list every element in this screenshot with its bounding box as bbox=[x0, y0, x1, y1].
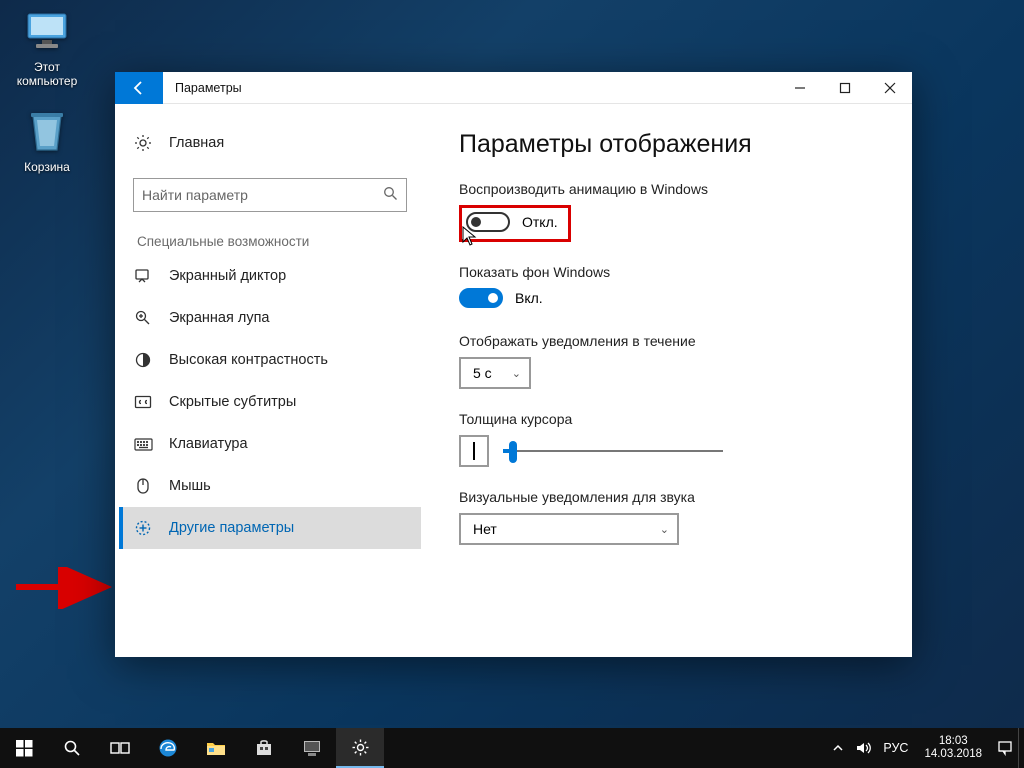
maximize-button[interactable] bbox=[822, 72, 867, 104]
keyboard-icon bbox=[133, 434, 153, 454]
desktop-icon-label: Этот компьютер bbox=[9, 60, 85, 88]
tray-date: 14.03.2018 bbox=[924, 748, 982, 761]
monitor-icon bbox=[23, 8, 71, 56]
taskbar-store[interactable] bbox=[240, 728, 288, 768]
tray-notifications-icon[interactable] bbox=[992, 740, 1018, 756]
sidebar-item-label: Другие параметры bbox=[169, 520, 294, 536]
setting-label-animations: Воспроизводить анимацию в Windows bbox=[459, 181, 882, 197]
titlebar: Параметры bbox=[115, 72, 912, 104]
toggle-animations[interactable]: Откл. bbox=[466, 212, 558, 232]
sidebar-item-magnifier[interactable]: Экранная лупа bbox=[119, 297, 421, 339]
minimize-button[interactable] bbox=[777, 72, 822, 104]
toggle-background[interactable]: Вкл. bbox=[459, 288, 543, 308]
sidebar-item-label: Экранный диктор bbox=[169, 268, 286, 284]
tray-volume-icon[interactable] bbox=[851, 741, 877, 755]
sidebar-item-label: Высокая контрастность bbox=[169, 352, 328, 368]
sidebar-item-keyboard[interactable]: Клавиатура bbox=[119, 423, 421, 465]
sidebar-item-label: Мышь bbox=[169, 478, 211, 494]
dropdown-value: 5 с bbox=[473, 365, 492, 381]
chevron-down-icon: ⌄ bbox=[660, 523, 669, 536]
task-view-button[interactable] bbox=[96, 728, 144, 768]
dropdown-visual-notifications[interactable]: Нет ⌄ bbox=[459, 513, 679, 545]
setting-label-cursor-thickness: Толщина курсора bbox=[459, 411, 882, 427]
setting-label-visual-notifications: Визуальные уведомления для звука bbox=[459, 489, 882, 505]
settings-window: Параметры Главная Найти параметр Специал… bbox=[115, 72, 912, 657]
dropdown-value: Нет bbox=[473, 521, 497, 537]
page-title: Параметры отображения bbox=[459, 130, 882, 159]
sidebar-item-mouse[interactable]: Мышь bbox=[119, 465, 421, 507]
taskbar: РУС 18:03 14.03.2018 bbox=[0, 728, 1024, 768]
slider-cursor-thickness[interactable] bbox=[503, 439, 723, 463]
start-button[interactable] bbox=[0, 728, 48, 768]
sidebar-item-label: Главная bbox=[169, 135, 224, 151]
taskbar-settings[interactable] bbox=[336, 728, 384, 768]
recycle-bin-icon bbox=[23, 108, 71, 156]
system-tray: РУС 18:03 14.03.2018 bbox=[825, 728, 1024, 768]
annotation-arrow bbox=[14, 567, 112, 609]
search-button[interactable] bbox=[48, 728, 96, 768]
taskbar-edge[interactable] bbox=[144, 728, 192, 768]
sidebar-item-other-options[interactable]: Другие параметры bbox=[119, 507, 421, 549]
desktop-icon-this-pc[interactable]: Этот компьютер bbox=[9, 8, 85, 88]
settings-sidebar: Главная Найти параметр Специальные возмо… bbox=[115, 104, 425, 657]
mouse-icon bbox=[133, 476, 153, 496]
magnifier-icon bbox=[133, 308, 153, 328]
taskbar-file-explorer[interactable] bbox=[192, 728, 240, 768]
narrator-icon bbox=[133, 266, 153, 286]
search-placeholder: Найти параметр bbox=[142, 187, 248, 203]
chevron-down-icon: ⌄ bbox=[512, 367, 521, 380]
setting-label-notification-duration: Отображать уведомления в течение bbox=[459, 333, 882, 349]
sidebar-item-narrator[interactable]: Экранный диктор bbox=[119, 255, 421, 297]
sidebar-item-label: Клавиатура bbox=[169, 436, 248, 452]
taskbar-app[interactable] bbox=[288, 728, 336, 768]
sidebar-item-label: Экранная лупа bbox=[169, 310, 269, 326]
desktop-icon-recycle-bin[interactable]: Корзина bbox=[9, 108, 85, 174]
annotation-highlight: Откл. bbox=[459, 205, 571, 242]
contrast-icon bbox=[133, 350, 153, 370]
sidebar-home[interactable]: Главная bbox=[119, 122, 421, 164]
tray-chevron-up-icon[interactable] bbox=[825, 742, 851, 754]
window-title: Параметры bbox=[175, 81, 777, 95]
search-icon bbox=[383, 186, 398, 204]
toggle-state-label: Откл. bbox=[522, 214, 558, 230]
search-input[interactable]: Найти параметр bbox=[133, 178, 407, 212]
sidebar-item-label: Скрытые субтитры bbox=[169, 394, 296, 410]
plus-circle-icon bbox=[133, 518, 153, 538]
settings-content: Параметры отображения Воспроизводить ани… bbox=[425, 104, 912, 657]
toggle-state-label: Вкл. bbox=[515, 290, 543, 306]
show-desktop-button[interactable] bbox=[1018, 728, 1024, 768]
back-button[interactable] bbox=[115, 72, 163, 104]
gear-icon bbox=[133, 133, 153, 153]
setting-label-background: Показать фон Windows bbox=[459, 264, 882, 280]
tray-time: 18:03 bbox=[924, 735, 982, 748]
close-button[interactable] bbox=[867, 72, 912, 104]
tray-language[interactable]: РУС bbox=[877, 741, 914, 755]
dropdown-notification-duration[interactable]: 5 с ⌄ bbox=[459, 357, 531, 389]
sidebar-item-high-contrast[interactable]: Высокая контрастность bbox=[119, 339, 421, 381]
tray-clock[interactable]: 18:03 14.03.2018 bbox=[914, 735, 992, 761]
cursor-preview bbox=[459, 435, 489, 467]
cc-icon bbox=[133, 392, 153, 412]
sidebar-item-closed-captions[interactable]: Скрытые субтитры bbox=[119, 381, 421, 423]
desktop-icon-label: Корзина bbox=[9, 160, 85, 174]
sidebar-section-header: Специальные возможности bbox=[119, 220, 421, 255]
